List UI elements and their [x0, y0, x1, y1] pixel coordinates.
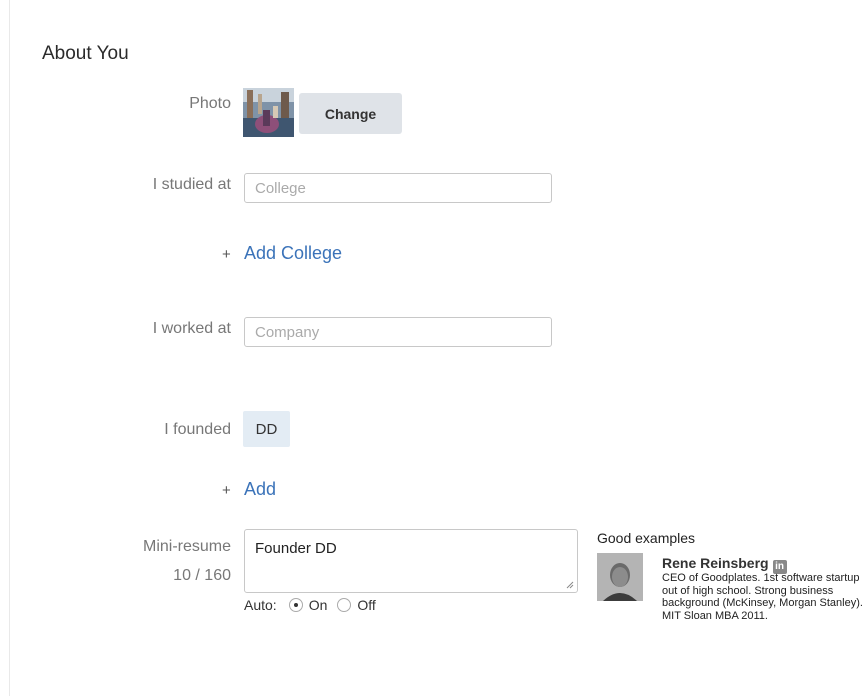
- profile-photo[interactable]: [243, 88, 294, 137]
- good-examples-title: Good examples: [597, 530, 696, 546]
- resume-label: Mini-resume: [142, 538, 231, 555]
- section-title: About You: [42, 43, 129, 64]
- company-input[interactable]: [244, 317, 552, 347]
- change-photo-button[interactable]: Change: [299, 93, 402, 134]
- add-college-plus: +: [222, 246, 231, 263]
- add-founded-plus: +: [222, 482, 231, 499]
- photo-label: Photo: [189, 95, 231, 112]
- auto-on-radio[interactable]: [288, 598, 303, 612]
- resume-char-counter: 10 / 160: [173, 567, 231, 584]
- add-founded-link[interactable]: Add: [244, 479, 276, 500]
- worked-label: I worked at: [152, 320, 231, 337]
- example-avatar: [597, 553, 643, 601]
- founded-company-tag[interactable]: DD: [243, 411, 290, 447]
- auto-off-label[interactable]: Off: [357, 597, 375, 613]
- college-input[interactable]: [244, 173, 552, 203]
- auto-on-label[interactable]: On: [309, 597, 328, 613]
- mini-resume-text: Founder DD: [255, 540, 337, 557]
- resize-handle-icon[interactable]: [566, 581, 574, 589]
- example-name-text[interactable]: Rene Reinsberg: [662, 555, 769, 571]
- mini-resume-textarea[interactable]: Founder DD: [244, 529, 578, 593]
- auto-resume-toggle: Auto: On Off: [244, 597, 376, 613]
- example-bio: CEO of Goodplates. 1st software startup …: [662, 572, 863, 622]
- founded-label: I founded: [164, 421, 231, 438]
- auto-off-radio[interactable]: [337, 598, 352, 612]
- studied-label: I studied at: [152, 176, 231, 193]
- auto-label: Auto:: [244, 597, 277, 613]
- left-divider: [9, 0, 10, 696]
- add-college-link[interactable]: Add College: [244, 243, 342, 264]
